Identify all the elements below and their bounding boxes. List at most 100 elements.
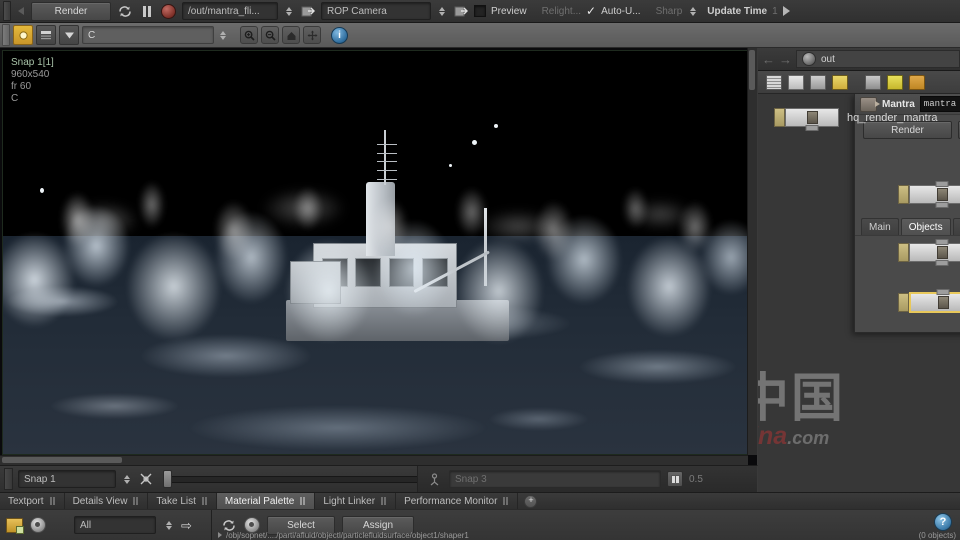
network-path-field[interactable]: out (796, 50, 960, 68)
tab-label: Performance Monitor (404, 495, 498, 507)
tab-properties[interactable]: Pro (952, 218, 960, 235)
dropdown-menu-icon[interactable] (59, 25, 79, 45)
channel-stepper[interactable] (217, 27, 228, 43)
tab-material-palette[interactable]: Material Palette (216, 493, 316, 509)
houdini-render-view-window: Render /out/mantra_fli... ROP Camera Pre… (0, 0, 960, 540)
blend-icon[interactable] (667, 471, 683, 487)
new-folder-icon[interactable] (6, 517, 24, 534)
camera-stepper[interactable] (436, 3, 447, 19)
update-time-label[interactable]: Update Time (707, 6, 767, 17)
open-rop-icon[interactable] (299, 3, 316, 20)
view-toolbar-drag-handle[interactable] (2, 24, 10, 46)
filter-stepper[interactable] (163, 517, 174, 533)
node-unnamed-1[interactable] (898, 181, 960, 208)
node-page-icon[interactable] (788, 74, 804, 90)
render-toolbar: Render /out/mantra_fli... ROP Camera Pre… (0, 0, 960, 23)
node-network-icon[interactable] (865, 74, 881, 90)
tab-drag-handle[interactable] (503, 497, 510, 505)
tab-label: Details View (72, 495, 128, 507)
node-list-icon[interactable] (766, 74, 782, 90)
info-icon[interactable]: i (331, 26, 348, 44)
snapshot-stepper[interactable] (121, 471, 132, 487)
tab-drag-handle[interactable] (49, 497, 56, 505)
sharp-label[interactable]: Sharp (656, 6, 683, 17)
home-icon[interactable] (282, 26, 300, 44)
node-grid-icon[interactable] (832, 74, 848, 90)
quality-icon[interactable] (36, 25, 56, 45)
rop-path-stepper[interactable] (283, 3, 294, 19)
node-window-icon[interactable] (810, 74, 826, 90)
tab-performance-monitor[interactable]: Performance Monitor (396, 493, 519, 509)
status-count: (0 objects) (918, 530, 956, 540)
watermark-domain: .com (787, 428, 830, 448)
network-toolbar (758, 71, 960, 94)
viewport-horizontal-scrollbar[interactable] (0, 455, 748, 465)
help-icon[interactable]: ? (934, 513, 952, 531)
render-viewport[interactable]: Snap 1[1] 960x540 fr 60 C (0, 48, 758, 465)
node-unnamed-3-selected[interactable] (898, 289, 960, 313)
node-hq-render-mantra[interactable]: hq_render_mantra (774, 108, 938, 131)
tab-drag-handle[interactable] (133, 497, 140, 505)
main-area: Snap 1[1] 960x540 fr 60 C Snap 1 Snap 3 … (0, 48, 960, 492)
tab-textport[interactable]: Textport (0, 493, 65, 509)
tab-take-list[interactable]: Take List (148, 493, 217, 509)
sharp-stepper[interactable] (687, 3, 698, 19)
add-tab-button[interactable]: + (518, 493, 543, 509)
relight-label[interactable]: Relight... (542, 6, 581, 17)
tab-objects[interactable]: Objects (900, 218, 951, 235)
nav-forward-icon[interactable]: → (779, 53, 792, 66)
snapshot-select-field[interactable]: Snap 1 (18, 470, 116, 488)
compare-icon[interactable] (137, 471, 154, 488)
zoom-out-icon[interactable] (261, 26, 279, 44)
node-box-icon[interactable] (909, 74, 925, 90)
compare-mode-icon[interactable] (426, 471, 443, 488)
filter-field[interactable]: All (74, 516, 156, 534)
bottom-pane-tabs: Textport Details View Take List Material… (0, 492, 960, 509)
tab-light-linker[interactable]: Light Linker (315, 493, 397, 509)
snapshot-compare-field[interactable]: Snap 3 (449, 470, 661, 488)
autoupdate-check-icon[interactable]: ✓ (586, 5, 596, 17)
tab-drag-handle[interactable] (201, 497, 208, 505)
tab-main[interactable]: Main (861, 218, 899, 235)
display-options-icon[interactable] (13, 25, 33, 45)
stop-render-icon[interactable] (160, 3, 177, 20)
tab-drag-handle[interactable] (381, 497, 388, 505)
node-unnamed-2[interactable] (898, 239, 960, 266)
viewport-vertical-scrollbar[interactable] (747, 48, 757, 455)
network-canvas[interactable]: Mantra mantra Render Re Valid Frame Rang… (758, 94, 960, 492)
param-node-type: Mantra (882, 98, 915, 110)
zoom-in-icon[interactable] (240, 26, 258, 44)
preview-label: Preview (491, 5, 527, 17)
tab-details-view[interactable]: Details View (65, 493, 149, 509)
tab-label: Light Linker (323, 495, 376, 507)
camera-field[interactable]: ROP Camera (321, 2, 431, 20)
apply-arrow-icon[interactable]: ⇨ (181, 519, 192, 532)
node-note-icon[interactable] (887, 74, 903, 90)
network-editor-pane: ← → out Mantra mantra Render Main Object… (758, 48, 960, 492)
channel-field[interactable]: C (82, 26, 214, 44)
network-path-bar: ← → out (758, 48, 960, 71)
playbar-drag-handle[interactable] (4, 468, 13, 490)
pause-render-icon[interactable] (138, 3, 155, 20)
refresh-render-icon[interactable] (116, 3, 133, 20)
rop-path-field[interactable]: /out/mantra_fli... (182, 2, 278, 20)
view-toolbar: C i (0, 23, 960, 48)
open-camera-icon[interactable] (452, 3, 469, 20)
material-palette-right-toolbar: Select Assign ? /obj/sopnet/..../parti/a… (212, 510, 960, 540)
tab-label: Textport (8, 495, 44, 507)
blend-value[interactable]: 0.5 (689, 474, 703, 485)
play-icon[interactable] (782, 6, 790, 16)
nav-back-icon[interactable]: ← (762, 53, 775, 66)
status-expand-icon[interactable] (218, 532, 222, 538)
preview-checkbox[interactable] (474, 5, 486, 17)
fit-to-window-icon[interactable] (303, 26, 321, 44)
network-path-text: out (821, 53, 835, 65)
watermark-en-text: lingganchina.com (758, 422, 829, 451)
render-image-frame: Snap 1[1] 960x540 fr 60 C (2, 50, 748, 455)
toolbar-collapse-icon[interactable] (18, 7, 24, 15)
tab-drag-handle[interactable] (300, 497, 307, 505)
gear-icon[interactable] (30, 517, 46, 533)
toolbar-drag-handle[interactable] (3, 1, 11, 21)
autoupdate-label[interactable]: Auto-U... (601, 6, 640, 17)
render-button[interactable]: Render (31, 1, 111, 21)
